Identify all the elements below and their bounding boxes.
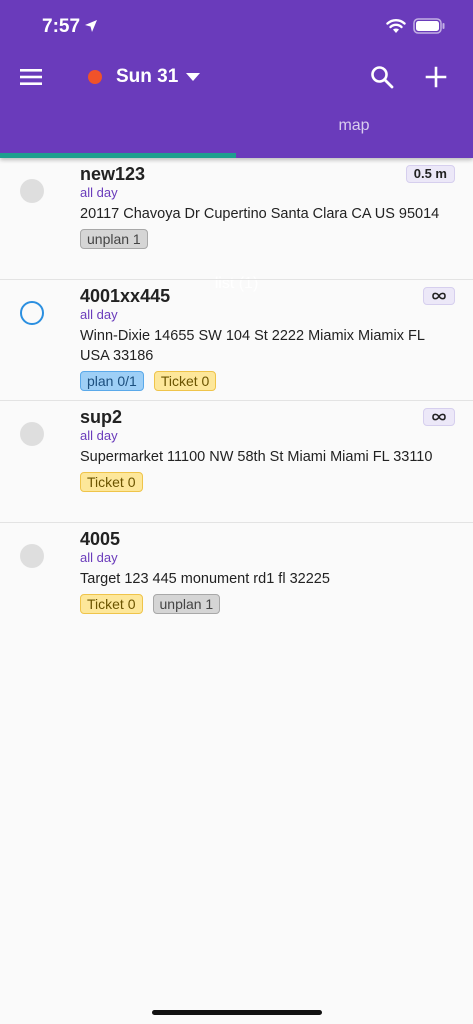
status-bar: 7:57 [0,0,473,54]
status-time: 7:57 [42,16,81,37]
date-selector[interactable]: Sun 31 [88,63,201,91]
status-dot [88,70,102,84]
plus-icon[interactable] [423,64,449,90]
item-time: all day [80,185,118,200]
list-item[interactable]: new123 all day 20117 Chavoya Dr Cupertin… [0,158,473,280]
tag-unplan: unplan 1 [80,229,148,249]
tab-map[interactable]: map [236,110,472,158]
wifi-icon [386,19,406,33]
select-radio[interactable] [20,422,44,446]
list-item[interactable]: sup2 all day Supermarket 11100 NW 58th S… [0,401,473,523]
item-title: new123 [80,164,146,184]
search-icon[interactable] [369,64,395,90]
hamburger-menu-icon[interactable] [18,64,44,90]
item-time: all day [80,428,118,443]
item-address: Winn-Dixie 14655 SW 104 St 2222 Miamix M… [80,328,425,364]
app-bar: 7:57 Sun 31 list (1) map [0,0,473,292]
tag-plan: plan 0/1 [80,371,144,391]
tag-ticket: Ticket 0 [80,594,143,614]
tab-bar: list (1) map [0,110,473,292]
tag-ticket: Ticket 0 [153,371,217,391]
list-item[interactable]: 4001xx445 all day Winn-Dixie 14655 SW 10… [0,280,473,401]
item-address: 20117 Chavoya Dr Cupertino Santa Clara C… [80,206,440,222]
infinity-icon [432,413,446,421]
distance-badge: 0.5 m [405,165,455,183]
tag-ticket: Ticket 0 [80,472,143,492]
infinity-badge [423,408,455,426]
item-address: Supermarket 11100 NW 58th St Miami Miami… [80,449,433,465]
item-title: sup2 [80,407,123,427]
location-arrow-icon [85,20,97,32]
battery-icon [413,18,445,34]
home-indicator[interactable] [152,1010,322,1015]
chevron-down-icon [186,73,201,81]
select-radio[interactable] [20,544,44,568]
tag-unplan: unplan 1 [152,594,221,614]
select-radio[interactable] [20,301,44,325]
item-time: all day [80,550,118,565]
list-item[interactable]: 4005 all day Target 123 445 monument rd1… [0,523,473,623]
item-title: 4001xx445 [80,286,171,306]
infinity-badge [423,287,455,305]
infinity-icon [432,292,446,300]
item-title: 4005 [80,529,121,549]
item-time: all day [80,307,118,322]
item-address: Target 123 445 monument rd1 fl 32225 [80,571,330,587]
date-label: Sun 31 [116,66,179,87]
select-radio[interactable] [20,179,44,203]
job-list: new123 all day 20117 Chavoya Dr Cupertin… [0,158,473,623]
